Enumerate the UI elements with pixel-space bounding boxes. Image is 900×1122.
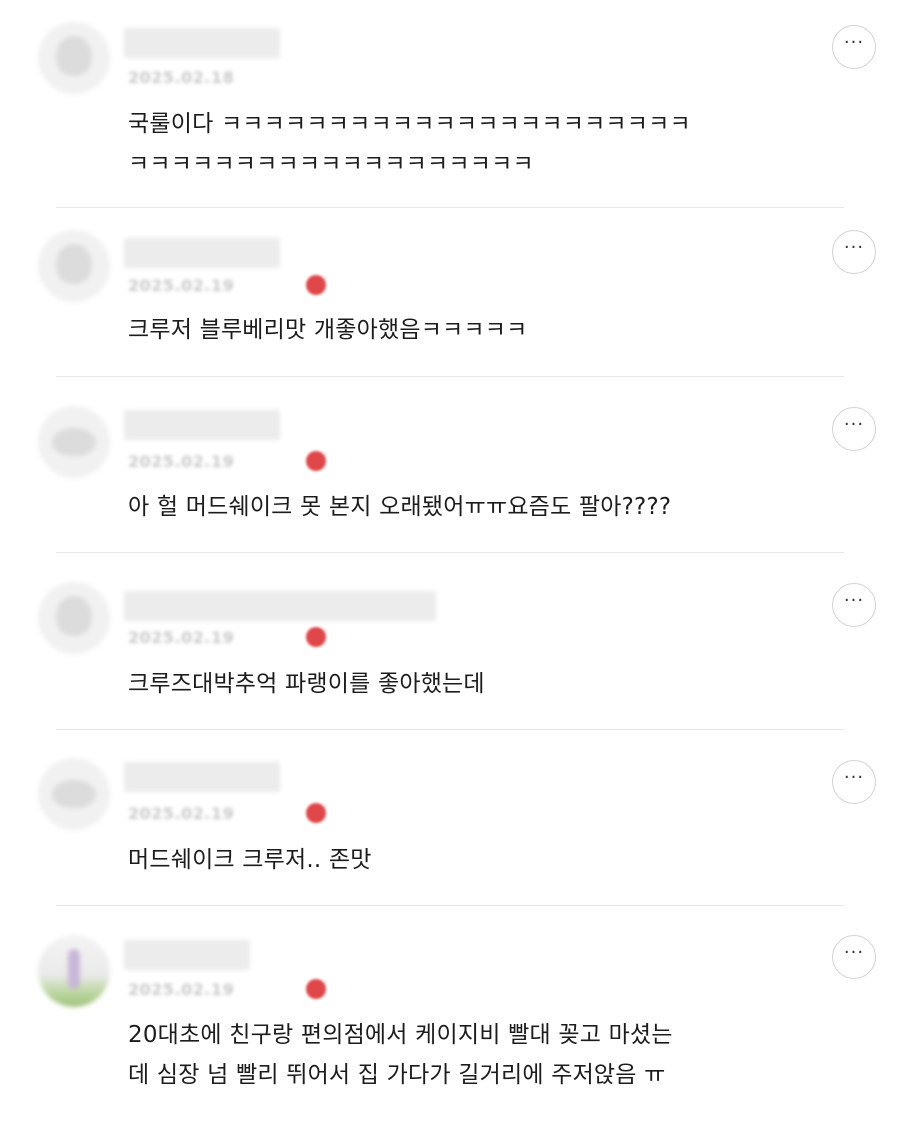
username-blurred [124,238,280,268]
avatar[interactable] [38,758,110,830]
more-options-button[interactable]: ··· [832,230,876,274]
more-options-button[interactable]: ··· [832,407,876,451]
more-options-icon: ··· [843,942,865,963]
username-blurred [124,28,280,58]
more-options-button[interactable]: ··· [832,935,876,979]
divider [56,729,844,730]
comment-text: 크루저 블루베리맛 개좋아했음ㅋㅋㅋㅋㅋ [128,317,528,343]
more-options-button[interactable]: ··· [832,583,876,627]
badge-dot [306,979,326,999]
more-options-icon: ··· [843,32,865,53]
badge-dot [306,451,326,471]
comment-date: 2025.02.19 [128,804,235,823]
badge-dot [306,275,326,295]
username-blurred [124,762,280,792]
username-blurred [124,591,436,621]
more-options-icon: ··· [843,590,865,611]
comment-date: 2025.02.19 [128,628,235,647]
avatar[interactable] [38,230,110,302]
username-blurred [124,410,280,440]
comment-text: 아 헐 머드쉐이크 못 본지 오래됐어ㅠㅠ요즘도 팔아???? [128,494,672,520]
badge-dot [306,627,326,647]
avatar[interactable] [38,582,110,654]
comment-date: 2025.02.18 [128,68,235,87]
more-options-icon: ··· [843,414,865,435]
more-options-icon: ··· [843,767,865,788]
more-options-button[interactable]: ··· [832,760,876,804]
comment-date: 2025.02.19 [128,276,235,295]
comment-text: 국룰이다 ㅋㅋㅋㅋㅋㅋㅋㅋㅋㅋㅋㅋㅋㅋㅋㅋㅋㅋㅋㅋㅋㅋ ㅋㅋㅋㅋㅋㅋㅋㅋㅋㅋㅋㅋ… [128,111,691,177]
comment-text: 크루즈대박추억 파랭이를 좋아했는데 [128,671,485,697]
username-blurred [124,940,250,970]
comment-date: 2025.02.19 [128,452,235,471]
divider [56,552,844,553]
avatar[interactable] [38,22,110,94]
comment-text: 머드쉐이크 크루저.. 존맛 [128,847,372,873]
divider [56,376,844,377]
avatar[interactable] [38,935,110,1007]
badge-dot [306,803,326,823]
more-options-icon: ··· [843,237,865,258]
divider [56,207,844,208]
divider [56,905,844,906]
avatar[interactable] [38,406,110,478]
comment-text: 20대초에 친구랑 편의점에서 케이지비 빨대 꽂고 마셨는 데 심장 넘 빨리… [128,1022,673,1088]
comment-date: 2025.02.19 [128,980,235,999]
more-options-button[interactable]: ··· [832,25,876,69]
